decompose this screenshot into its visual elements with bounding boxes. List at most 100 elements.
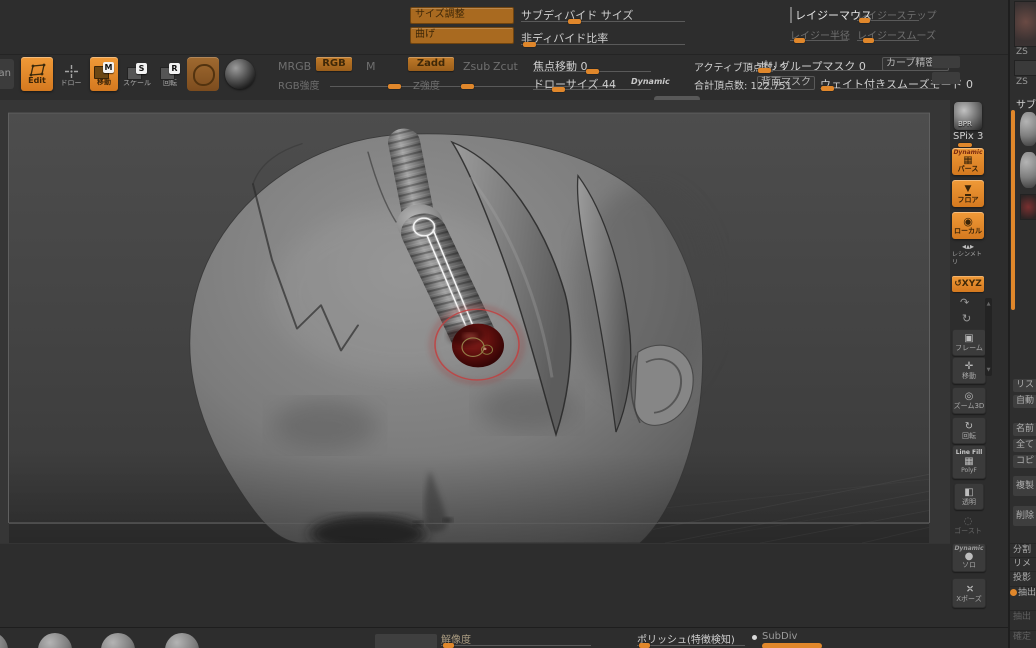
rotate-3d-button[interactable]: ↻ 回転 xyxy=(952,417,986,444)
ghost-button-label: ゴースト xyxy=(954,526,982,535)
subtool-all-button[interactable]: 全て xyxy=(1013,439,1036,452)
subdiv-radio-dot[interactable] xyxy=(752,635,757,640)
z-intensity-label: Z強度 xyxy=(413,81,440,92)
zoom-3d-button[interactable]: ◎ ズーム3D xyxy=(952,387,986,414)
zs-thumbnail-2[interactable] xyxy=(1014,60,1036,76)
line-fill-button[interactable]: Line Fill ▦ PolyF xyxy=(952,445,986,479)
draw-size-slider[interactable] xyxy=(533,89,651,90)
dynamic-draw-size-toggle[interactable]: Dynamic xyxy=(631,77,670,86)
subtool-project-item[interactable]: 投影 xyxy=(1010,571,1036,585)
local-button-label: ローカル xyxy=(954,227,982,235)
lazy-smooth-slider-handle[interactable] xyxy=(863,38,874,43)
subtool-panel-header: サブ xyxy=(1016,100,1036,111)
mrgb-button[interactable]: MRGB xyxy=(278,60,311,73)
brush-thumbnail-4[interactable] xyxy=(165,633,199,648)
spix-label: SPix 3 xyxy=(953,131,984,142)
rgb-intensity-slider-handle[interactable] xyxy=(388,84,401,89)
subtool-rename-button[interactable]: 名前 xyxy=(1013,423,1036,436)
weighted-smooth-slider[interactable] xyxy=(820,88,936,89)
subtool-copy-button[interactable]: コピ xyxy=(1013,455,1036,468)
floor-button[interactable]: ▼ フロア xyxy=(952,180,984,207)
xpose-button[interactable]: ✛ Xポーズ xyxy=(952,578,986,608)
z-intensity-slider-handle[interactable] xyxy=(461,84,474,89)
undivide-ratio-slider-handle[interactable] xyxy=(523,42,536,47)
frame-button[interactable]: ▣ フレーム xyxy=(952,329,986,356)
subtool-accept-item-disabled[interactable]: 確定 xyxy=(1010,630,1036,644)
undivide-ratio-slider[interactable] xyxy=(521,44,685,45)
move-3d-button-label: 移動 xyxy=(962,371,976,380)
subtool-duplicate-button[interactable]: 複製 xyxy=(1013,476,1036,496)
subtool-thumbnail-2[interactable] xyxy=(1020,152,1036,188)
subdivide-size-slider-handle[interactable] xyxy=(568,19,581,24)
polygroup-mask-slider[interactable] xyxy=(757,70,903,71)
transparent-button[interactable]: ◧ 透明 xyxy=(954,483,984,510)
move-gizmo-icon: M xyxy=(94,62,114,79)
rgb-button[interactable]: RGB xyxy=(316,57,352,71)
floor-icon: ▼ xyxy=(964,183,972,196)
zadd-button[interactable]: Zadd xyxy=(408,57,454,71)
brush-thumbnail-1[interactable] xyxy=(0,632,8,648)
lazy-radius-slider-handle[interactable] xyxy=(794,38,805,43)
edit-button[interactable]: Edit xyxy=(21,57,53,91)
resolution-slider-handle[interactable] xyxy=(443,643,454,648)
current-material-sphere[interactable] xyxy=(225,59,255,89)
polyframe-grid-icon: ▦ xyxy=(964,456,974,467)
polygroup-mask-slider-handle[interactable] xyxy=(758,68,771,73)
curve-bend-button[interactable]: 曲げ xyxy=(410,27,514,44)
current-brush-preview[interactable] xyxy=(187,57,219,91)
spix-slider-handle[interactable] xyxy=(958,143,972,147)
spin-z-icon[interactable]: ↻ xyxy=(962,312,971,325)
zs-thumbnail-1-label: ZS xyxy=(1016,47,1028,57)
solo-button[interactable]: Dynamic ● ソロ xyxy=(952,543,986,572)
subtool-list-button[interactable]: リス xyxy=(1013,379,1036,392)
subtool-extract-item-disabled[interactable]: 抽出 xyxy=(1010,610,1036,624)
zsub-button[interactable]: Zsub xyxy=(463,60,490,73)
pan-button-partial[interactable]: an xyxy=(0,59,14,89)
subtool-delete-button[interactable]: 削除 xyxy=(1013,506,1036,526)
zcut-button[interactable]: Zcut xyxy=(493,60,518,73)
polish-slider-handle[interactable] xyxy=(639,643,650,648)
resolution-slider[interactable] xyxy=(441,645,591,646)
backface-mask-button[interactable]: 背面マスク xyxy=(757,76,815,90)
zs-thumbnail-1[interactable] xyxy=(1014,1,1036,47)
brush-thumbnail-2[interactable] xyxy=(38,633,72,648)
shelf-panel-divider[interactable]: ▲ ▼ xyxy=(985,298,992,376)
subtool-split-item[interactable]: 分割 xyxy=(1010,543,1036,557)
local-button[interactable]: ◉ ローカル xyxy=(952,212,984,239)
subdivide-size-slider[interactable] xyxy=(521,21,685,22)
move-button[interactable]: M 移動 xyxy=(90,57,118,91)
m-button[interactable]: M xyxy=(366,60,376,73)
transparent-button-label: 透明 xyxy=(962,497,976,506)
subtool-auto-button[interactable]: 自動 xyxy=(1013,395,1036,408)
subtool-remesh-item[interactable]: リメ xyxy=(1010,557,1036,571)
brush-thumbnail-3[interactable] xyxy=(101,633,135,648)
weighted-smooth-slider-handle[interactable] xyxy=(821,86,834,91)
subdiv-slider-fill[interactable] xyxy=(762,643,822,648)
bottom-clipped-button[interactable] xyxy=(375,634,437,648)
subtool-thumbnail-3[interactable] xyxy=(1020,194,1036,220)
frame-button-label: フレーム xyxy=(955,343,983,352)
perspective-button[interactable]: Dynamic ▦ パース xyxy=(952,148,984,175)
curve-size-button[interactable]: サイズ調整 xyxy=(410,7,514,24)
local-symmetry-button[interactable]: ◂▴▸ レシンメトリ xyxy=(952,242,984,266)
draw-size-slider-handle[interactable] xyxy=(552,87,565,92)
pan-button-label: an xyxy=(0,68,11,79)
scale-gizmo-icon: S xyxy=(127,63,147,80)
rotate-gizmo-icon: R xyxy=(160,63,180,80)
ghost-button[interactable]: ◌ ゴースト xyxy=(954,513,982,538)
bpr-button[interactable]: BPR xyxy=(954,102,982,130)
lazy-step-slider-handle[interactable] xyxy=(859,18,870,23)
move-3d-button[interactable]: ✛ 移動 xyxy=(952,357,986,384)
subtool-thumbnail-1[interactable] xyxy=(1020,112,1036,146)
focal-shift-slider-handle[interactable] xyxy=(586,69,599,74)
draw-button[interactable]: ドロー xyxy=(58,60,84,90)
edit-button-label: Edit xyxy=(28,76,46,85)
scale-button[interactable]: S スケール xyxy=(123,59,151,91)
polish-slider[interactable] xyxy=(637,645,745,646)
xyz-constraint-button[interactable]: ↺XYZ xyxy=(952,276,984,292)
viewport-canvas[interactable] xyxy=(0,100,950,628)
polyf-label: PolyF xyxy=(961,467,977,474)
rotate-button[interactable]: R 回転 xyxy=(156,59,184,91)
subtool-scrollbar[interactable] xyxy=(1011,110,1015,310)
spin-y-icon[interactable]: ↷ xyxy=(960,296,969,309)
